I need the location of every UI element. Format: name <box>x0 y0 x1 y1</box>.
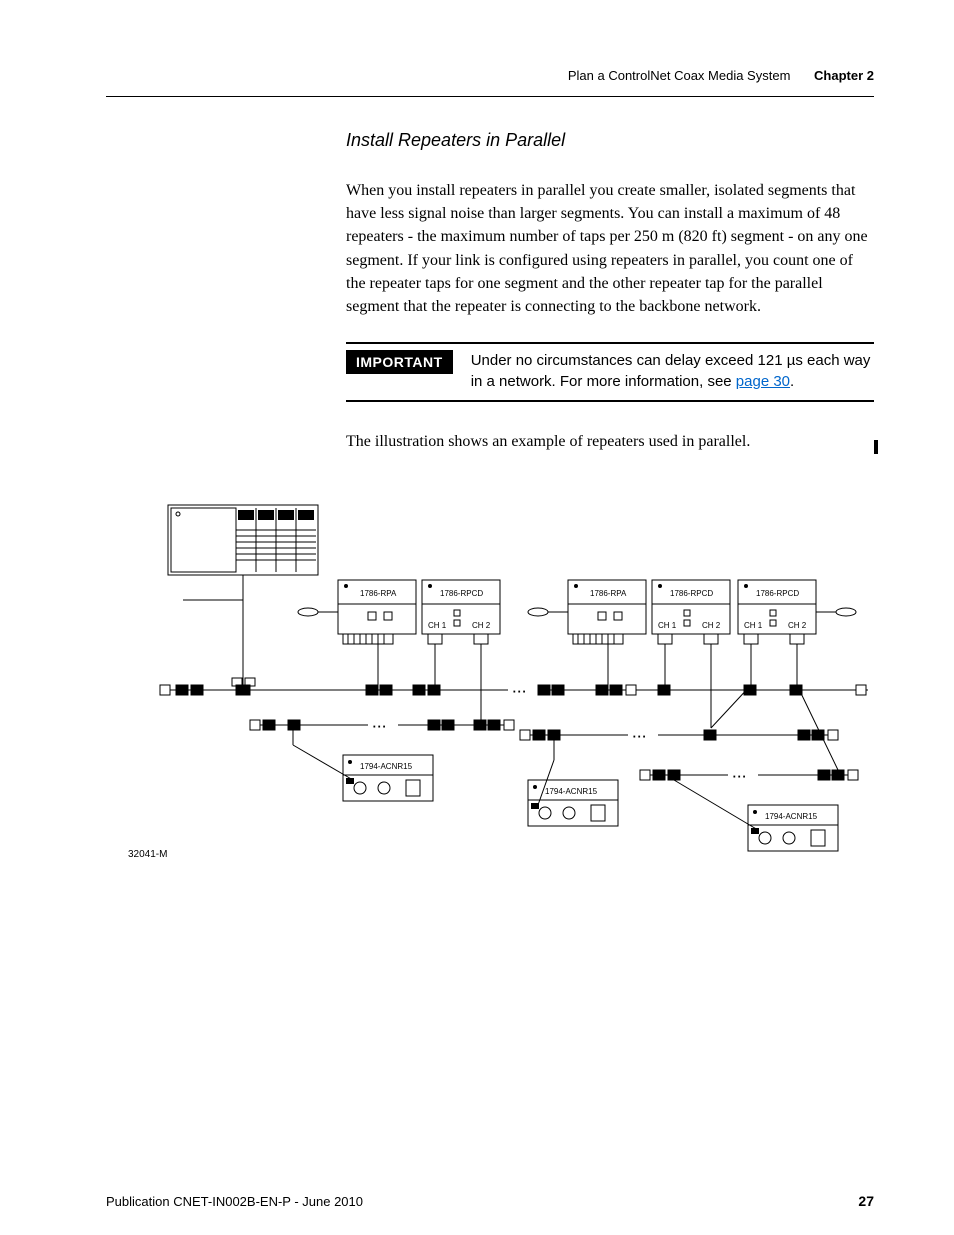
section-title: Install Repeaters in Parallel <box>346 130 874 151</box>
svg-text:1786-RPCD: 1786-RPCD <box>440 589 483 598</box>
svg-text:1786-RPA: 1786-RPA <box>590 589 627 598</box>
diagram-reference: 32041-M <box>128 849 167 860</box>
svg-text:1786-RPCD: 1786-RPCD <box>670 589 713 598</box>
repeater-rpcd-1: 1786-RPCD CH 1 CH 2 <box>422 580 500 720</box>
chapter-label: Chapter 2 <box>814 68 874 83</box>
change-bar <box>874 440 878 454</box>
svg-text:CH 2: CH 2 <box>702 621 721 630</box>
important-callout: IMPORTANT Under no circumstances can del… <box>346 342 874 402</box>
adapter-acnr-3: 1794-ACNR15 <box>674 780 838 851</box>
page-header: Plan a ControlNet Coax Media System Chap… <box>568 68 874 83</box>
header-rule <box>106 96 874 97</box>
svg-text:CH 1: CH 1 <box>428 621 447 630</box>
important-text-prefix: Under no circumstances can delay exceed … <box>471 352 871 390</box>
page-number: 27 <box>858 1193 874 1209</box>
main-content: Install Repeaters in Parallel When you i… <box>346 130 874 477</box>
repeater-rpa-1: 1786-RPA <box>298 580 416 660</box>
body-paragraph: When you install repeaters in parallel y… <box>346 179 874 318</box>
svg-text:CH 1: CH 1 <box>658 621 677 630</box>
segment-level-2: · · · · · · <box>250 720 838 760</box>
svg-text:1794-ACNR15: 1794-ACNR15 <box>360 762 413 771</box>
repeater-rpa-2: 1786-RPA <box>528 580 646 660</box>
controller-chassis-icon <box>168 505 318 600</box>
important-text-suffix: . <box>790 373 794 390</box>
page-link[interactable]: page 30 <box>736 373 790 390</box>
svg-text:1794-ACNR15: 1794-ACNR15 <box>545 787 598 796</box>
svg-text:CH 1: CH 1 <box>744 621 763 630</box>
repeater-rpcd-3: 1786-RPCD CH 1 CH 2 <box>738 580 856 685</box>
breadcrumb: Plan a ControlNet Coax Media System <box>568 68 791 83</box>
svg-text:1794-ACNR15: 1794-ACNR15 <box>765 812 818 821</box>
svg-text:1786-RPA: 1786-RPA <box>360 589 397 598</box>
lead-out-paragraph: The illustration shows an example of rep… <box>346 430 874 453</box>
svg-text:· · ·: · · · <box>513 687 525 696</box>
svg-text:· · ·: · · · <box>633 732 645 741</box>
svg-text:CH 2: CH 2 <box>472 621 491 630</box>
important-label: IMPORTANT <box>346 350 453 374</box>
publication-footer: Publication CNET-IN002B-EN-P - June 2010 <box>106 1194 363 1209</box>
segment-level-3: · · · <box>640 685 858 781</box>
svg-text:· · ·: · · · <box>733 772 745 781</box>
repeater-rpcd-2: 1786-RPCD CH 1 CH 2 <box>652 580 730 728</box>
network-diagram: 1786-RPA 1786-RPCD CH 1 CH 2 1786-RPA <box>128 500 868 860</box>
important-text: Under no circumstances can delay exceed … <box>471 350 874 392</box>
adapter-acnr-1: 1794-ACNR15 <box>293 745 433 801</box>
svg-text:1786-RPCD: 1786-RPCD <box>756 589 799 598</box>
adapter-acnr-2: 1794-ACNR15 <box>528 760 618 826</box>
svg-text:· · ·: · · · <box>373 722 385 731</box>
svg-text:CH 2: CH 2 <box>788 621 807 630</box>
